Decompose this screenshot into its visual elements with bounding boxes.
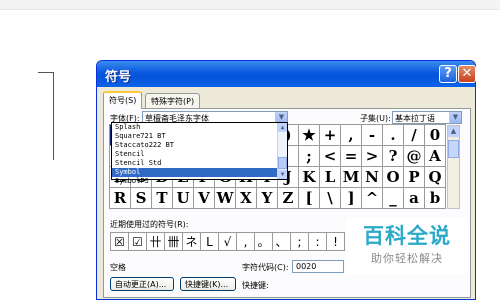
margin-corner-mark	[38, 72, 54, 73]
scroll-up-icon[interactable]: ▲	[448, 126, 459, 137]
symbol-cell[interactable]: X	[235, 187, 257, 209]
recent-symbol[interactable]: ☑	[128, 232, 147, 251]
subset-label: 子集(U):	[360, 114, 391, 123]
tab-special-characters[interactable]: 特殊字符(P)	[145, 93, 201, 108]
symbol-cell[interactable]: O	[382, 166, 404, 188]
subset-select-value: 基本拉丁语	[395, 114, 435, 123]
scrollbar-thumb[interactable]	[278, 157, 287, 169]
symbol-cell[interactable]: @	[403, 145, 425, 167]
symbol-cell[interactable]: ,	[340, 124, 362, 146]
font-option[interactable]: Splash	[112, 123, 287, 132]
help-button[interactable]: ?	[439, 65, 457, 83]
symbol-cell[interactable]: 0	[424, 124, 446, 146]
recent-symbol[interactable]: L	[200, 232, 219, 251]
char-code-input[interactable]: 0020	[292, 260, 344, 273]
font-option-selected[interactable]: Symbol	[112, 168, 287, 177]
recent-symbol[interactable]: √	[218, 232, 237, 251]
symbol-cell[interactable]: R	[109, 187, 131, 209]
symbol-cell[interactable]: ]	[340, 187, 362, 209]
symbol-grid-scrollbar[interactable]: ▲	[447, 125, 460, 209]
symbol-cell[interactable]: U	[172, 187, 194, 209]
watermark-logo: 百科全说	[363, 224, 451, 248]
recent-symbol[interactable]: ;	[290, 232, 309, 251]
watermark-tagline: 助你轻松解决	[371, 252, 443, 265]
scroll-down-icon[interactable]: ▼	[278, 170, 287, 179]
document-top-edge	[0, 0, 500, 10]
symbol-cell[interactable]: /	[403, 124, 425, 146]
recent-symbol[interactable]: !	[326, 232, 345, 251]
symbol-cell[interactable]: ?	[382, 145, 404, 167]
font-option[interactable]: Square721 BT	[112, 132, 287, 141]
symbol-cell[interactable]: T	[151, 187, 173, 209]
margin-corner-mark	[53, 72, 54, 160]
symbol-cell[interactable]: b	[424, 187, 446, 209]
dropdown-scrollbar[interactable]: ▲ ▼	[277, 123, 287, 179]
font-option[interactable]: Stencil	[112, 150, 287, 159]
recent-symbol[interactable]: 卌	[164, 232, 183, 251]
recent-symbol[interactable]: 卄	[146, 232, 165, 251]
font-option[interactable]: Stencil Std	[112, 159, 287, 168]
symbol-cell[interactable]: +	[319, 124, 341, 146]
font-option[interactable]: SymbolPS	[112, 177, 287, 186]
symbol-cell[interactable]: W	[214, 187, 236, 209]
tab-symbols[interactable]: 符号(S)	[103, 91, 143, 109]
symbol-cell[interactable]: S	[130, 187, 152, 209]
recent-symbols-row: ☒ ☑ 卄 卌 ネ L √ , 。 、 ; : !	[110, 232, 345, 251]
character-name: 空格	[110, 263, 126, 272]
font-option[interactable]: Staccato222 BT	[112, 141, 287, 150]
char-code-label: 字符代码(C):	[242, 263, 289, 272]
symbol-cell[interactable]: Y	[256, 187, 278, 209]
symbol-cell[interactable]: ^	[361, 187, 383, 209]
shortcut-label: 快捷键:	[242, 281, 269, 290]
symbol-cell[interactable]: K	[298, 166, 320, 188]
symbol-cell[interactable]: P	[403, 166, 425, 188]
symbol-cell[interactable]: Z	[277, 187, 299, 209]
chevron-down-icon[interactable]: ▼	[449, 112, 461, 123]
symbol-cell[interactable]: =	[340, 145, 362, 167]
font-dropdown-list: Splash Square721 BT Staccato222 BT Stenc…	[111, 122, 288, 185]
recent-symbol[interactable]: ネ	[182, 232, 201, 251]
recent-symbol[interactable]: 、	[272, 232, 291, 251]
symbol-cell[interactable]: N	[361, 166, 383, 188]
close-button[interactable]: ✕	[458, 65, 476, 83]
symbol-cell[interactable]: M	[340, 166, 362, 188]
symbol-cell[interactable]: Q	[424, 166, 446, 188]
symbol-cell[interactable]: ;	[298, 145, 320, 167]
recent-symbol[interactable]: 。	[254, 232, 273, 251]
recent-symbol[interactable]: ,	[236, 232, 255, 251]
dialog-titlebar[interactable]: 符号 ? ✕	[97, 61, 476, 87]
scrollbar-thumb[interactable]	[448, 140, 459, 158]
symbol-cell[interactable]: [	[298, 187, 320, 209]
symbol-cell[interactable]: ★	[298, 124, 320, 146]
autocorrect-button[interactable]: 自动更正(A)...	[110, 277, 174, 291]
dialog-title: 符号	[105, 70, 132, 85]
recent-symbol[interactable]: ☒	[110, 232, 129, 251]
scroll-up-icon[interactable]: ▲	[278, 123, 287, 132]
symbol-cell[interactable]: V	[193, 187, 215, 209]
watermark: 百科全说 助你轻松解决	[346, 218, 468, 274]
subset-select[interactable]: 基本拉丁语 ▼	[392, 111, 462, 124]
symbol-cell[interactable]: .	[382, 124, 404, 146]
symbol-cell[interactable]: \	[319, 187, 341, 209]
symbol-cell[interactable]: _	[382, 187, 404, 209]
symbol-cell[interactable]: a	[403, 187, 425, 209]
recent-symbol[interactable]: :	[308, 232, 327, 251]
symbol-cell[interactable]: -	[361, 124, 383, 146]
shortcut-key-button[interactable]: 快捷键(K)...	[180, 277, 236, 291]
symbol-cell[interactable]: >	[361, 145, 383, 167]
recent-symbols-label: 近期使用过的符号(R):	[110, 220, 189, 229]
symbol-cell[interactable]: A	[424, 145, 446, 167]
symbol-cell[interactable]: L	[319, 166, 341, 188]
symbol-cell[interactable]: <	[319, 145, 341, 167]
